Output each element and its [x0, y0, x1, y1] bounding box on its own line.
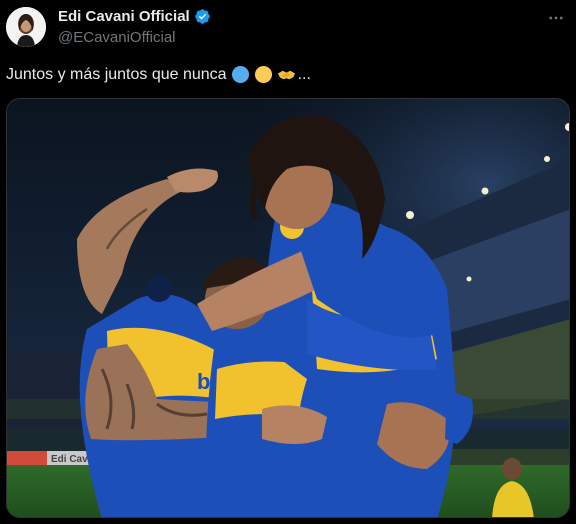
more-horizontal-icon: [549, 16, 563, 20]
avatar-portrait: [6, 7, 46, 47]
tweet-photo[interactable]: Edi Cavani be: [6, 98, 570, 518]
tweet-body: Juntos y más juntos que nunca: [6, 65, 227, 83]
author-display-name[interactable]: Edi Cavani Official: [58, 8, 190, 25]
tweet-text: Juntos y más juntos que nunca ...: [6, 65, 311, 84]
author-handle[interactable]: @ECavaniOfficial: [58, 29, 176, 46]
blue-circle-icon: [231, 65, 249, 84]
tweet-ellipsis: ...: [297, 65, 311, 83]
tweet[interactable]: Edi Cavani Official @ECavaniOfficial Jun…: [0, 0, 576, 524]
celebration-photo: Edi Cavani be: [7, 99, 569, 517]
verified-badge-icon: [194, 9, 210, 24]
handshake-icon: [277, 70, 295, 80]
avatar[interactable]: [6, 7, 46, 47]
yellow-circle-icon: [254, 65, 272, 84]
more-options-button[interactable]: [544, 6, 568, 30]
